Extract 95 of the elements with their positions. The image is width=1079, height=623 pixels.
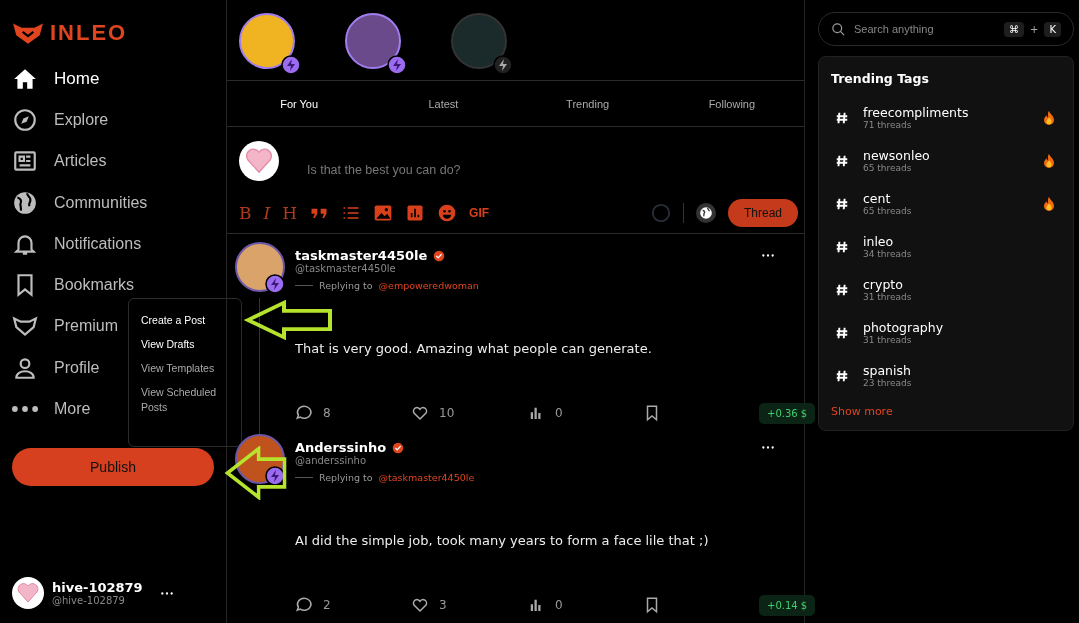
comment-icon[interactable] <box>295 404 313 422</box>
nav-item[interactable]: Explore <box>12 99 109 141</box>
tag-link[interactable]: cent <box>863 191 1029 206</box>
count-label: 2 <box>323 598 331 612</box>
reply-label: Replying to <box>319 280 373 291</box>
more-icon[interactable] <box>761 445 776 450</box>
bar-chart-icon[interactable] <box>405 203 426 223</box>
hashtag-icon <box>835 239 849 254</box>
post-text: AI did the simple job, took many years to form a face lile that ;) <box>295 533 710 548</box>
thread-count: 65 threads <box>863 206 913 216</box>
account-handle: @hive-102879 <box>52 595 126 606</box>
heart-icon[interactable] <box>411 596 429 614</box>
logo-text: INLEO <box>50 20 128 46</box>
payout-badge[interactable]: +0.14 $ <box>759 594 816 616</box>
menu-item[interactable]: View Scheduled Posts <box>141 385 235 415</box>
fox-logo-icon <box>12 21 44 45</box>
avatar-placeholder <box>345 13 401 69</box>
mention-link[interactable]: @taskmaster4450le <box>378 472 475 483</box>
count-label: 0 <box>555 406 563 420</box>
feed-tab[interactable]: Following <box>659 81 804 126</box>
nav-item[interactable]: Notifications <box>12 223 142 265</box>
menu-item[interactable]: View Templates <box>141 361 235 376</box>
nav-item[interactable]: Communities <box>12 181 148 224</box>
globe-icon <box>12 189 38 216</box>
heart-icon[interactable] <box>411 404 429 422</box>
count-label: 0 <box>555 598 563 612</box>
tag-link[interactable]: spanish <box>863 363 1061 378</box>
search-icon <box>831 21 846 37</box>
post-text: That is very good. Amazing what people can generate. <box>295 341 653 356</box>
compass-icon <box>12 106 38 133</box>
tag-link[interactable]: inleo <box>863 234 1061 249</box>
nav-item[interactable]: Bookmarks <box>12 264 135 306</box>
tag-link[interactable]: crypto <box>863 277 1061 292</box>
lightning-badge-icon <box>265 274 285 294</box>
avatar-placeholder <box>239 13 295 69</box>
more-icon[interactable] <box>160 590 174 596</box>
thread-count: 34 threads <box>863 249 913 259</box>
publish-button[interactable]: Publish <box>12 447 214 486</box>
count-label: 8 <box>323 406 331 420</box>
author-name[interactable]: Anderssinho <box>295 440 387 455</box>
avatar-placeholder <box>451 13 507 69</box>
globe-icon[interactable] <box>695 203 716 223</box>
callout-arrow <box>224 446 288 500</box>
feed-tab[interactable]: Latest <box>371 81 516 126</box>
feed-tab[interactable]: For You <box>227 81 372 126</box>
author-handle: @taskmaster4450le <box>295 263 397 274</box>
key-cap: K <box>1044 21 1061 37</box>
thread-count: 31 threads <box>863 292 913 302</box>
search-input[interactable]: Search anything <box>852 22 998 36</box>
nav-item[interactable]: Articles <box>12 140 107 182</box>
tag-link[interactable]: photography <box>863 320 1061 335</box>
tag-link[interactable]: freecompliments <box>863 105 1029 120</box>
hashtag-icon <box>835 110 849 125</box>
hashtag-icon <box>835 196 849 211</box>
comment-icon[interactable] <box>295 596 313 614</box>
payout-badge[interactable]: +0.36 $ <box>759 402 816 424</box>
key-cap: ⌘ <box>1004 21 1024 37</box>
feed-tab[interactable]: Trending <box>515 81 660 126</box>
thread-count: 65 threads <box>863 163 913 173</box>
menu-item[interactable]: View Drafts <box>141 337 235 352</box>
smiley-icon[interactable] <box>437 203 458 223</box>
post-input-field[interactable]: Is that the best you can do? <box>305 162 798 178</box>
nav-item[interactable]: Home <box>12 58 100 100</box>
story-avatar[interactable] <box>239 13 301 75</box>
hashtag-icon <box>835 325 849 340</box>
count-label: 3 <box>439 598 447 612</box>
more-icon[interactable] <box>761 253 776 258</box>
author-handle: @anderssinho <box>295 455 368 466</box>
reply-label: Replying to <box>319 472 373 483</box>
show-more-link[interactable]: Show more <box>831 405 1061 418</box>
nav-item[interactable]: More <box>12 388 91 430</box>
plus-label: + <box>1030 23 1039 35</box>
menu-item[interactable]: Create a Post <box>141 313 235 328</box>
thread-count: 31 threads <box>863 335 913 345</box>
lightning-badge-icon <box>265 466 285 486</box>
hashtag-icon <box>835 282 849 297</box>
hashtag-icon <box>835 153 849 168</box>
heart-avatar <box>12 577 44 609</box>
format-button[interactable]: GIF <box>469 206 490 220</box>
card-title: Trending Tags <box>831 71 930 86</box>
thread-count: 23 threads <box>863 378 913 388</box>
tag-link[interactable]: newsonleo <box>863 148 1029 163</box>
author-name[interactable]: taskmaster4450le <box>295 248 428 263</box>
story-avatar[interactable] <box>345 13 407 75</box>
thread-button[interactable]: Thread <box>727 199 798 227</box>
heart-avatar <box>239 141 279 181</box>
image-icon[interactable] <box>373 203 394 223</box>
nav-item[interactable]: Profile <box>12 347 100 389</box>
count-label: 10 <box>439 406 455 420</box>
hashtag-icon <box>835 368 849 383</box>
more-icon <box>12 406 38 412</box>
nav-item[interactable]: Premium <box>12 305 118 348</box>
mention-link[interactable]: @empoweredwoman <box>378 280 479 291</box>
account-name: hive-102879 <box>52 580 144 595</box>
thread-count: 71 threads <box>863 120 913 130</box>
